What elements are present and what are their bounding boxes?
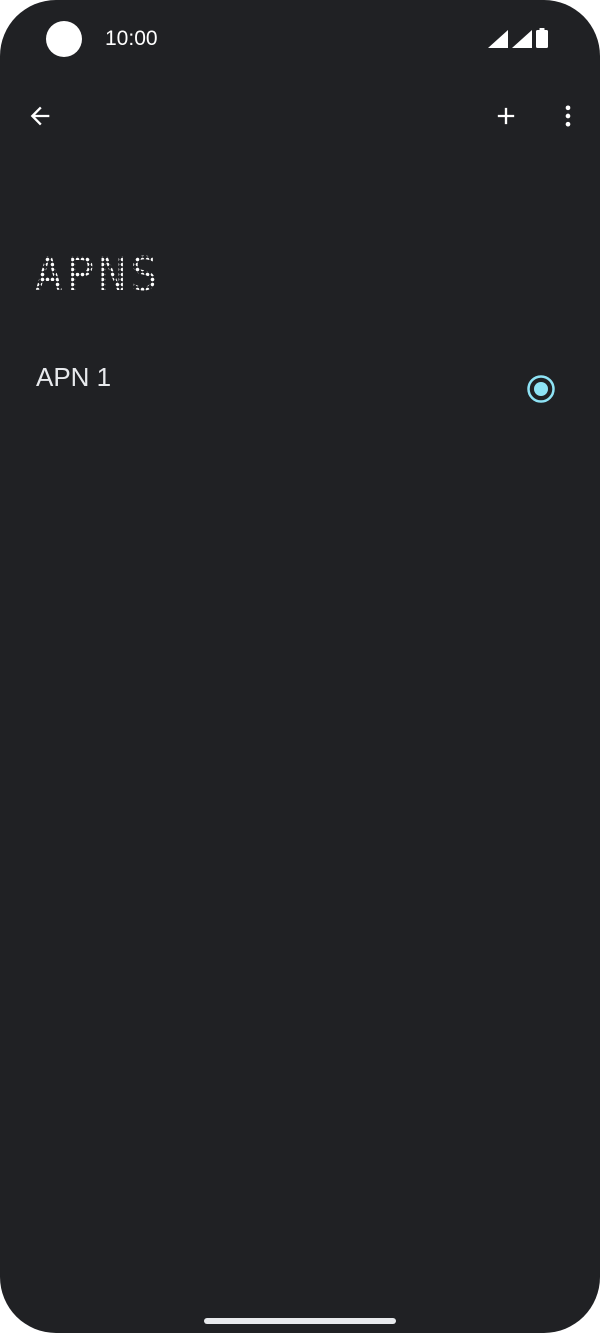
more-options-button[interactable] bbox=[548, 96, 588, 136]
phone-screen: 10:00 APNS APN 1 bbox=[0, 0, 600, 1333]
apn-name: APN 1 bbox=[36, 362, 112, 392]
apn-list-item[interactable]: APN 1 bbox=[0, 340, 600, 436]
more-vert-icon bbox=[565, 105, 571, 127]
signal-icon bbox=[512, 30, 532, 48]
add-apn-button[interactable] bbox=[486, 96, 526, 136]
status-bar: 10:00 bbox=[0, 0, 600, 78]
status-icons bbox=[488, 28, 548, 48]
back-button[interactable] bbox=[20, 96, 60, 136]
gesture-navigation-bar[interactable] bbox=[204, 1318, 396, 1324]
toolbar bbox=[0, 88, 600, 144]
page-title-text: APNS bbox=[35, 247, 162, 301]
arrow-left-icon bbox=[30, 106, 50, 126]
signal-icon bbox=[488, 30, 508, 48]
page-title: APNS bbox=[35, 248, 162, 300]
plus-icon bbox=[497, 107, 515, 125]
status-clock: 10:00 bbox=[105, 27, 158, 50]
battery-icon bbox=[536, 28, 548, 48]
camera-cutout bbox=[46, 21, 82, 57]
radio-selected-icon[interactable] bbox=[526, 374, 556, 404]
